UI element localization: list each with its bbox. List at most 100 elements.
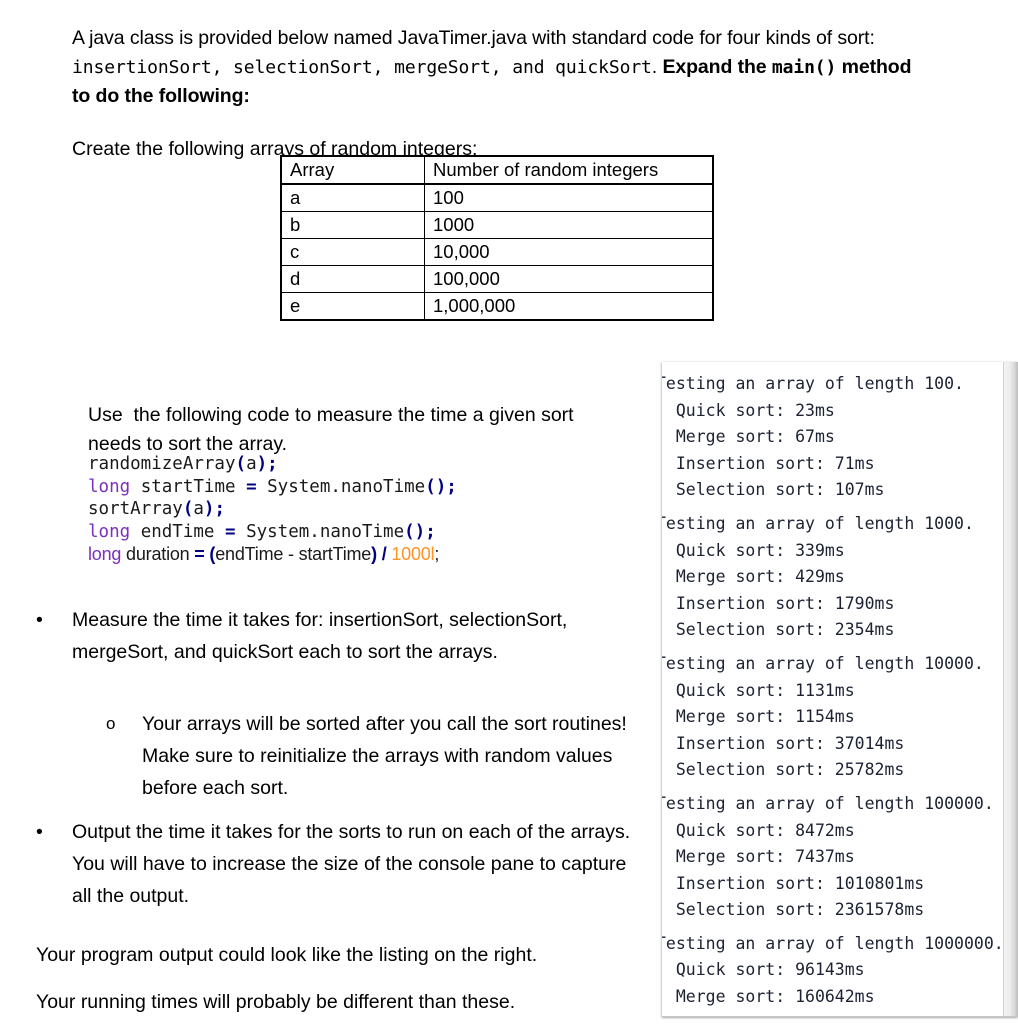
bullet-text: Your arrays will be sorted after you cal… xyxy=(142,713,627,799)
console-result-line: Quick sort: 96143ms xyxy=(662,960,865,980)
code-operator-divide: / xyxy=(376,544,392,564)
table-header-row: Array Number of random integers xyxy=(280,155,714,185)
bullet-marker-icon: • xyxy=(36,609,43,631)
console-result-line: Merge sort: 160642ms xyxy=(662,987,875,1007)
console-result-line: Quick sort: 339ms xyxy=(662,540,845,560)
code-line-4: long endTime = System.nanoTime(); xyxy=(88,522,436,542)
code-line-1: randomizeArray(a); xyxy=(88,454,278,474)
console-result-line: Quick sort: 8472ms xyxy=(662,820,855,840)
code-operator-assign: = xyxy=(224,521,236,542)
console-output-text: Testing an array of length 100. Quick so… xyxy=(662,371,1008,1016)
code-number-literal: 1000l xyxy=(391,544,435,564)
code-var-endTime: endTime xyxy=(130,521,225,542)
console-result-line: Selection sort: 2361578ms xyxy=(662,900,925,920)
console-result-line: Quick sort: 23ms xyxy=(662,400,835,420)
intro-bold-main-method: main() xyxy=(771,56,837,78)
console-result-line: Insertion sort: 1790ms xyxy=(662,593,895,613)
bullet-item-reinitialize: o Your arrays will be sorted after you c… xyxy=(106,708,636,804)
use-code-paragraph: Use the following code to measure the ti… xyxy=(88,403,580,455)
table-cell-array-count: 1000 xyxy=(424,211,714,239)
table-row: a 100 xyxy=(280,183,714,212)
code-var-duration: duration xyxy=(121,544,195,564)
table-row: b 1000 xyxy=(280,211,714,239)
console-result-line: Selection sort: 107ms xyxy=(662,480,885,500)
code-paren-open: ( xyxy=(425,476,436,497)
code-paren-open: ( xyxy=(204,544,216,564)
console-output-panel: Testing an array of length 100. Quick so… xyxy=(662,362,1018,1017)
code-call-randomizeArray: randomizeArray xyxy=(88,454,236,474)
code-operator-assign: = xyxy=(246,476,257,497)
code-semicolon: ; xyxy=(434,544,440,564)
bullet-text: Measure the time it takes for: insertion… xyxy=(72,609,568,663)
code-paren-close: ); xyxy=(203,499,225,519)
code-keyword-long: long xyxy=(88,476,131,497)
console-block-header: Testing an array of length 10000. xyxy=(662,653,984,673)
timing-code-snippet: randomizeArray(a); long startTime = Syst… xyxy=(88,453,618,567)
code-arg-a: a xyxy=(193,499,204,519)
table-cell-array-count: 10,000 xyxy=(424,238,714,266)
code-paren-close: ); xyxy=(435,476,457,497)
bullet-item-output: • Output the time it takes for the sorts… xyxy=(36,816,636,912)
code-call-nanoTime: System.nanoTime xyxy=(256,476,426,497)
paragraph-listing-on-right: Your program output could look like the … xyxy=(36,943,538,966)
code-call-nanoTime: System.nanoTime xyxy=(235,521,405,542)
table-row: d 100,000 xyxy=(280,265,714,293)
console-result-line: Merge sort: 1154ms xyxy=(662,707,855,727)
table-cell-array-name: a xyxy=(280,183,425,212)
console-block-spacer xyxy=(662,784,1008,791)
code-paren-open: ( xyxy=(235,454,247,474)
console-result-line: Insertion sort: 37014ms xyxy=(662,733,905,753)
console-block-spacer xyxy=(662,644,1008,651)
console-result-line: Insertion sort: 1010801ms xyxy=(662,873,925,893)
console-block-header: Testing an array of length 100. xyxy=(662,374,964,393)
code-call-sortArray: sortArray xyxy=(88,499,183,519)
sub-bullet-marker-icon: o xyxy=(106,714,116,733)
code-keyword-long: long xyxy=(88,521,131,542)
console-result-line: Quick sort: 1131ms xyxy=(662,680,855,700)
code-paren-close: ); xyxy=(414,521,436,542)
console-result-line: Merge sort: 67ms xyxy=(662,427,835,447)
console-result-line: Merge sort: 429ms xyxy=(662,567,845,587)
console-block-header: Testing an array of length 1000000. xyxy=(662,933,1004,953)
sort-names-inline: insertionSort, selectionSort, mergeSort,… xyxy=(72,56,652,78)
paragraph-running-times: Your running times will probably be diff… xyxy=(36,990,516,1013)
intro-text-part2: . xyxy=(651,55,663,78)
code-expression-difference: endTime - startTime xyxy=(215,544,372,564)
table-row: c 10,000 xyxy=(280,238,714,266)
table-cell-array-name: b xyxy=(280,211,425,239)
code-var-startTime: startTime xyxy=(130,476,247,497)
intro-bold-expand: Expand the xyxy=(662,55,772,78)
console-result-line: Selection sort: 2354ms xyxy=(662,620,895,640)
table-cell-array-count: 100,000 xyxy=(424,265,714,293)
array-sizes-table: Array Number of random integers a 100 b … xyxy=(280,155,714,321)
table-header-count: Number of random integers xyxy=(424,155,714,185)
table-cell-array-name: c xyxy=(280,238,425,266)
console-scrollbar[interactable] xyxy=(1003,362,1018,1016)
bullet-marker-icon: • xyxy=(36,821,43,843)
code-paren-open: ( xyxy=(404,521,415,542)
bullet-text: Output the time it takes for the sorts t… xyxy=(72,821,631,907)
code-paren-open: ( xyxy=(182,499,194,519)
table-cell-array-name: d xyxy=(280,265,425,293)
instructions-column: A java class is provided below named Jav… xyxy=(0,0,912,1024)
code-line-3: sortArray(a); xyxy=(88,499,225,519)
console-block-header: Testing an array of length 100000. xyxy=(662,793,994,813)
code-line-5: long duration = (endTime - startTime) / … xyxy=(88,544,439,564)
console-result-line: Merge sort: 7437ms xyxy=(662,847,855,867)
console-block-spacer xyxy=(662,924,1008,931)
table-header-array: Array xyxy=(280,155,425,185)
code-line-2: long startTime = System.nanoTime(); xyxy=(88,477,457,497)
console-result-line: Insertion sort: 106746441ms xyxy=(662,1011,1008,1016)
intro-paragraph: A java class is provided below named Jav… xyxy=(72,24,912,111)
intro-text-part1: A java class is provided below named Jav… xyxy=(72,26,875,49)
console-block-spacer xyxy=(662,504,1008,511)
bullet-item-measure: • Measure the time it takes for: inserti… xyxy=(36,604,636,668)
console-result-line: Insertion sort: 71ms xyxy=(662,453,875,473)
code-operator-assign: = xyxy=(194,544,205,564)
table-row: e 1,000,000 xyxy=(280,292,714,321)
table-cell-array-count: 100 xyxy=(424,183,714,212)
console-block-header: Testing an array of length 1000. xyxy=(662,513,974,533)
code-keyword-long: long xyxy=(88,544,122,564)
code-arg-a: a xyxy=(246,454,257,474)
console-result-line: Selection sort: 25782ms xyxy=(662,760,905,780)
